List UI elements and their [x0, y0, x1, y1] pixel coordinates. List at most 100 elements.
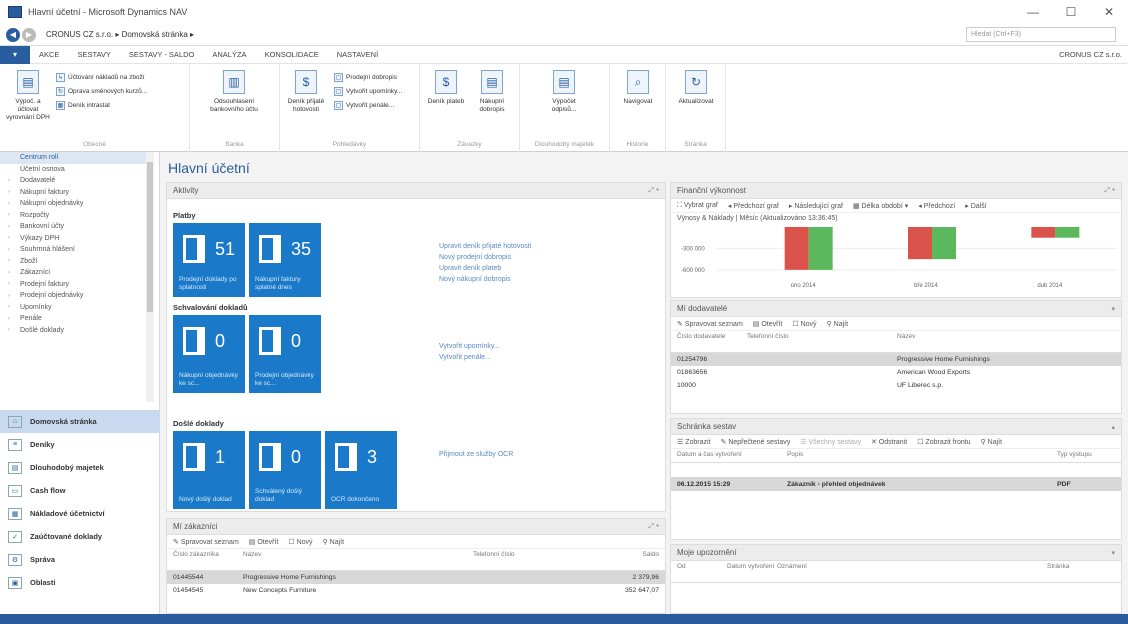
link-receive-ocr[interactable]: Přijmout ze služby OCR [439, 449, 513, 460]
col-phone[interactable]: Telefonní číslo [747, 333, 897, 340]
nav-item[interactable]: › Nákupní faktury [0, 187, 150, 199]
unread-reports-button[interactable]: ✎ Nepřečtené sestavy [721, 438, 791, 446]
table-row[interactable]: 10000 UF Liberec s.p. [671, 379, 1121, 392]
col-name[interactable]: Název [897, 333, 1097, 340]
collapse-icon[interactable]: ▾ [1111, 305, 1115, 313]
nav-item[interactable]: › Výkazy DPH [0, 233, 150, 245]
bank-reconcile-button[interactable]: ▥ Odsouhlasení bankovního účtu [210, 70, 258, 114]
col-description[interactable]: Popis [787, 451, 1057, 458]
link-new-sales-credit-memo[interactable]: Nový prodejní dobropis [439, 252, 531, 263]
menu-tab-nastaveni[interactable]: NASTAVENÍ [328, 50, 387, 59]
link-edit-cash-receipt[interactable]: Upravit deník přijaté hotovosti [439, 241, 531, 252]
nav-item[interactable]: › Souhrnná hlášení [0, 244, 150, 256]
create-finance-charge-button[interactable]: ▢ Vytvořit penále... [334, 100, 394, 111]
find-button[interactable]: ⚲ Najít [827, 320, 848, 328]
next-chart-button[interactable]: ▸ Následující graf [789, 202, 843, 210]
tile-purchase-due[interactable]: 35 Nákupní faktury splatné dnes [249, 223, 321, 297]
delete-button[interactable]: ✕ Odstranit [871, 438, 907, 446]
forward-icon[interactable]: ▶ [22, 27, 36, 42]
nav-item[interactable]: › Dodavatelé [0, 175, 150, 187]
open-button[interactable]: ▤ Otevřít [753, 320, 783, 328]
nav-item[interactable]: › Penále [0, 313, 150, 325]
sales-credit-memo-button[interactable]: ▢ Prodejní dobropis [334, 72, 397, 83]
search-input[interactable]: Hledat (Ctrl+F3) [966, 27, 1116, 42]
menu-tab-sestavy[interactable]: SESTAVY [68, 50, 119, 59]
table-row[interactable]: 01454545 New Concepts Furniture 352 647,… [167, 584, 665, 597]
nav-item[interactable]: › Nákupní objednávky [0, 198, 150, 210]
table-row[interactable]: 01254796 Progressive Home Furnishings [671, 353, 1121, 366]
tile-overdue-sales[interactable]: 51 Prodejní doklady po splatnosti [173, 223, 245, 297]
app-menu-button[interactable]: ▾ [0, 45, 30, 64]
tile-approved-incoming[interactable]: 0 Schválený došlý doklad [249, 431, 321, 509]
col-name[interactable]: Název [243, 551, 473, 558]
collapse-icon[interactable]: ▴ [1111, 423, 1115, 431]
prev-period-button[interactable]: ◂ Předchozí [918, 202, 955, 210]
tile-purchase-approval[interactable]: 0 Nákupní objednávky ke sc... [173, 315, 245, 393]
col-notification[interactable]: Oznámení [777, 563, 1047, 570]
nav-item[interactable]: › Došlé doklady [0, 325, 150, 337]
cash-receipt-button[interactable]: $ Deník přijaté hotovosti [282, 70, 330, 114]
back-icon[interactable]: ◀ [6, 27, 20, 42]
col-from[interactable]: Od [677, 563, 727, 570]
close-button[interactable]: ✕ [1090, 0, 1128, 24]
col-page[interactable]: Stránka [1047, 563, 1097, 570]
col-vendor-no[interactable]: Číslo dodavatele [677, 333, 747, 340]
next-period-button[interactable]: ▸ Další [965, 202, 986, 210]
nav-item[interactable]: › Rozpočty [0, 210, 150, 222]
part-options-icon[interactable]: ⤢ ▾ [649, 523, 660, 531]
nav-item[interactable]: Centrum rolí [0, 152, 150, 164]
table-row[interactable]: 01445544 Progressive Home Furnishings 2 … [167, 571, 665, 584]
find-button[interactable]: ⚲ Najít [323, 538, 344, 546]
nav-item[interactable]: › Upomínky [0, 302, 150, 314]
link-create-reminders[interactable]: Vytvořit upomínky... [439, 341, 500, 352]
table-row[interactable]: 06.12.2015 15:29 Zákazník - přehled obje… [671, 477, 1121, 491]
tile-new-incoming[interactable]: 1 Nový došlý doklad [173, 431, 245, 509]
prev-chart-button[interactable]: ◂ Předchozí graf [728, 202, 779, 210]
new-button[interactable]: ☐ Nový [792, 320, 816, 328]
link-create-finance-charges[interactable]: Vytvořit penále... [439, 352, 500, 363]
new-button[interactable]: ☐ Nový [288, 538, 312, 546]
col-output-type[interactable]: Typ výstupu [1057, 451, 1107, 458]
nav-section-button[interactable]: ▭ Cash flow [0, 479, 160, 502]
find-button[interactable]: ⚲ Najít [981, 438, 1002, 446]
nav-section-button[interactable]: ⚙ Správa [0, 548, 160, 571]
maximize-button[interactable]: ☐ [1052, 0, 1090, 24]
col-phone[interactable]: Telefonní číslo [473, 551, 613, 558]
open-button[interactable]: ▤ Otevřít [249, 538, 279, 546]
menu-tab-konsolidace[interactable]: KONSOLIDACE [256, 50, 328, 59]
navigate-button[interactable]: ⌕ Navigovat [614, 70, 662, 106]
manage-list-button[interactable]: ✎ Spravovat seznam [173, 538, 239, 546]
calc-depreciation-button[interactable]: ▤ Výpočet odpisů... [540, 70, 588, 114]
minimize-button[interactable]: — [1014, 0, 1052, 24]
link-new-purchase-credit-memo[interactable]: Nový nákupní dobropis [439, 274, 531, 285]
intrastat-button[interactable]: ▦ Deník intrastat [56, 100, 110, 111]
menu-tab-sestavy-saldo[interactable]: SESTAVY - SALDO [120, 50, 203, 59]
nav-item[interactable]: › Prodejní objednávky [0, 290, 150, 302]
calc-vat-button[interactable]: ▤ Výpoč. a účtovat vyrovnání DPH [4, 70, 52, 122]
nav-item[interactable]: › Zboží [0, 256, 150, 268]
refresh-button[interactable]: ↻ Aktualizovat [672, 70, 720, 106]
menu-tab-akce[interactable]: AKCE [30, 50, 68, 59]
table-row[interactable]: 01863656 American Wood Exports [671, 366, 1121, 379]
company-name[interactable]: CRONUS CZ s.r.o. [1059, 50, 1122, 59]
nav-item[interactable]: › Zákazníci [0, 267, 150, 279]
show-button[interactable]: ☰ Zobrazit [677, 438, 711, 446]
nav-section-button[interactable]: ≡ Deníky [0, 433, 160, 456]
nav-section-button[interactable]: ▦ Nákladové účetnictví [0, 502, 160, 525]
nav-section-button[interactable]: ⌂ Domovská stránka [0, 410, 160, 433]
all-reports-button[interactable]: ☰ Všechny sestavy [800, 438, 861, 446]
col-created-date[interactable]: Datum vytvoření [727, 563, 777, 570]
manage-list-button[interactable]: ✎ Spravovat seznam [677, 320, 743, 328]
part-options-icon[interactable]: ⤢ ▾ [1105, 187, 1116, 195]
purchase-credit-memo-button[interactable]: ▤ Nákupní dobropis [468, 70, 516, 114]
show-queue-button[interactable]: ☐ Zobrazit frontu [917, 438, 970, 446]
tile-sales-approval[interactable]: 0 Prodejní objednávky ke sc... [249, 315, 321, 393]
period-length-button[interactable]: ▦ Délka období ▾ [853, 202, 908, 210]
menu-tab-analyza[interactable]: ANALÝZA [203, 50, 255, 59]
nav-item[interactable]: › Bankovní účty [0, 221, 150, 233]
nav-section-button[interactable]: ✓ Zaúčtované doklady [0, 525, 160, 548]
col-created[interactable]: Datum a čas vytvoření [677, 451, 787, 458]
select-chart-button[interactable]: ⛶ Vybrat graf [677, 202, 718, 210]
col-balance[interactable]: Saldo [613, 551, 659, 558]
nav-section-button[interactable]: ▤ Dlouhodobý majetek [0, 456, 160, 479]
